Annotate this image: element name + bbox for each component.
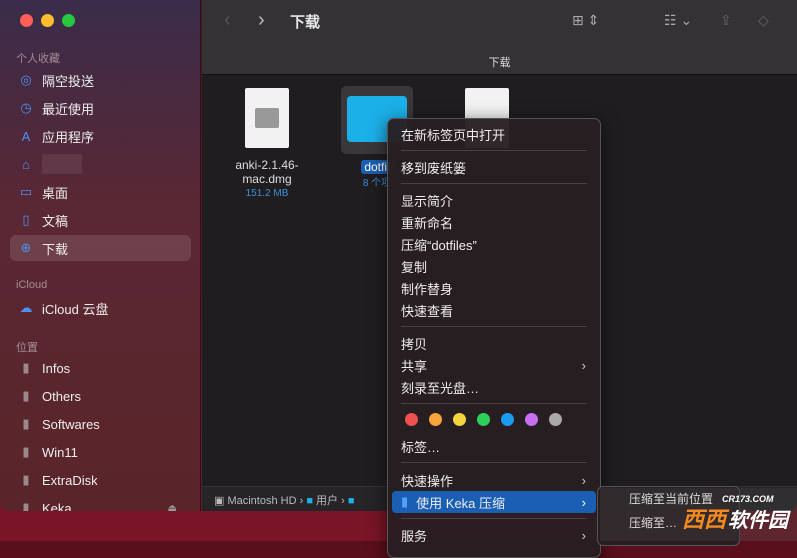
- menu-open-in-new-tab[interactable]: 在新标签页中打开: [392, 123, 596, 145]
- sidebar-item-location[interactable]: ▮ Others: [10, 383, 191, 409]
- sidebar: 个人收藏 ◎ 隔空投送 ◷ 最近使用 A 应用程序 ⌂ ▭ 桌面 ▯ 文稿 ⊕ 下载 iCl…: [0, 0, 201, 511]
- group-icon[interactable]: ☷ ⌄: [664, 12, 692, 29]
- separator: [401, 150, 587, 151]
- close-button[interactable]: [20, 14, 33, 27]
- menu-quick-actions[interactable]: 快速操作 ›: [392, 469, 596, 491]
- menu-share[interactable]: 共享 ›: [392, 354, 596, 376]
- menu-tags[interactable]: 标签…: [392, 435, 596, 457]
- separator: [401, 403, 587, 404]
- sidebar-item-home[interactable]: ⌂: [10, 151, 191, 177]
- tag-color-dot[interactable]: [525, 413, 538, 426]
- menu-quick-look[interactable]: 快速查看: [392, 299, 596, 321]
- tag-color-dot[interactable]: [429, 413, 442, 426]
- chevron-right-icon: ›: [581, 472, 586, 488]
- download-icon: ⊕: [20, 240, 32, 255]
- path-segment[interactable]: Macintosh HD: [227, 495, 296, 507]
- tag-color-dot[interactable]: [453, 413, 466, 426]
- menu-compress[interactable]: 压缩“dotfiles”: [392, 233, 596, 255]
- menu-get-info[interactable]: 显示简介: [392, 189, 596, 211]
- sidebar-item-location[interactable]: ▮ ExtraDisk: [10, 467, 191, 493]
- share-icon[interactable]: ⇪: [720, 12, 732, 29]
- submenu-compress-to[interactable]: 压缩至…: [629, 514, 677, 531]
- keka-icon: ▮: [401, 494, 409, 509]
- menu-burn[interactable]: 刻录至光盘…: [392, 376, 596, 398]
- forward-button[interactable]: ›: [258, 9, 265, 32]
- path-title: 下载: [488, 57, 511, 69]
- sidebar-item-airdrop[interactable]: ◎ 隔空投送: [10, 67, 191, 93]
- chevron-right-icon: ›: [581, 357, 586, 373]
- menu-services[interactable]: 服务 ›: [392, 524, 596, 546]
- drive-icon: ▮: [22, 416, 30, 431]
- sidebar-item-location[interactable]: ▮ Win11: [10, 439, 191, 465]
- chevron-right-icon: ›: [581, 527, 586, 543]
- disk-icon: ▣: [214, 495, 228, 507]
- home-icon: ⌂: [22, 156, 30, 172]
- menu-move-to-trash[interactable]: 移到废纸篓: [392, 156, 596, 178]
- clock-icon: ◷: [20, 100, 32, 115]
- sidebar-item-location[interactable]: ▮ Softwares: [10, 411, 191, 437]
- sidebar-item-location[interactable]: ▮ Infos: [10, 355, 191, 381]
- zoom-button[interactable]: [62, 14, 75, 27]
- chevron-right-icon: ›: [581, 494, 586, 510]
- section-favorites: 个人收藏: [16, 53, 60, 65]
- file-item[interactable]: anki-2.1.46- mac.dmg 151.2 MB: [222, 88, 312, 199]
- drive-icon: ▮: [22, 444, 30, 459]
- sidebar-item-icloud-drive[interactable]: ☁ iCloud 云盘: [10, 295, 191, 321]
- context-menu: 在新标签页中打开 移到废纸篓 显示简介 重新命名 压缩“dotfiles” 复制…: [387, 118, 601, 558]
- eject-icon[interactable]: ⏏: [168, 503, 177, 512]
- sidebar-item-recents[interactable]: ◷ 最近使用: [10, 95, 191, 121]
- drive-icon: ▮: [22, 388, 30, 403]
- sidebar-item-location[interactable]: ▮ Keka ⏏: [10, 495, 191, 511]
- tag-color-dot[interactable]: [549, 413, 562, 426]
- sidebar-item-downloads[interactable]: ⊕ 下载: [10, 235, 191, 261]
- separator: [401, 183, 587, 184]
- drive-icon: ▮: [22, 500, 30, 511]
- menu-copy[interactable]: 拷贝: [392, 332, 596, 354]
- separator: [401, 326, 587, 327]
- menu-keka-compress[interactable]: ▮ 使用 Keka 压缩 ›: [392, 491, 596, 513]
- separator: [401, 518, 587, 519]
- desktop-icon: ▭: [19, 184, 33, 199]
- path-segment[interactable]: 用户: [316, 495, 338, 507]
- airdrop-icon: ◎: [20, 72, 32, 87]
- section-icloud: iCloud: [16, 279, 48, 291]
- view-grid-icon[interactable]: ⊞ ⇕: [572, 12, 599, 29]
- separator: [401, 462, 587, 463]
- menu-duplicate[interactable]: 复制: [392, 255, 596, 277]
- back-button[interactable]: ‹: [224, 9, 231, 32]
- tag-color-dot[interactable]: [477, 413, 490, 426]
- sidebar-item-documents[interactable]: ▯ 文稿: [10, 207, 191, 233]
- submenu-compress-here[interactable]: 压缩至当前位置: [629, 490, 713, 507]
- tag-icon[interactable]: ◇: [758, 12, 769, 29]
- sidebar-item-applications[interactable]: A 应用程序: [10, 123, 191, 149]
- dmg-file-icon: [245, 88, 289, 148]
- drive-icon: ▮: [22, 360, 30, 375]
- drive-icon: ▮: [22, 472, 30, 487]
- menu-rename[interactable]: 重新命名: [392, 211, 596, 233]
- sidebar-item-desktop[interactable]: ▭ 桌面: [10, 179, 191, 205]
- window-title: 下载: [290, 14, 321, 31]
- menu-make-alias[interactable]: 制作替身: [392, 277, 596, 299]
- folder-icon: ■: [347, 495, 355, 507]
- section-locations: 位置: [16, 342, 38, 354]
- minimize-button[interactable]: [41, 14, 54, 27]
- tag-color-dot[interactable]: [405, 413, 418, 426]
- toolbar: ‹ › 下载 ⊞ ⇕ ☷ ⌄ ⇪ ◇ 下载: [202, 0, 797, 75]
- cloud-icon: ☁: [19, 300, 33, 315]
- folder-icon: ■: [306, 495, 313, 507]
- document-icon: ▯: [22, 212, 30, 227]
- apps-icon: A: [21, 128, 31, 144]
- tag-color-dot[interactable]: [501, 413, 514, 426]
